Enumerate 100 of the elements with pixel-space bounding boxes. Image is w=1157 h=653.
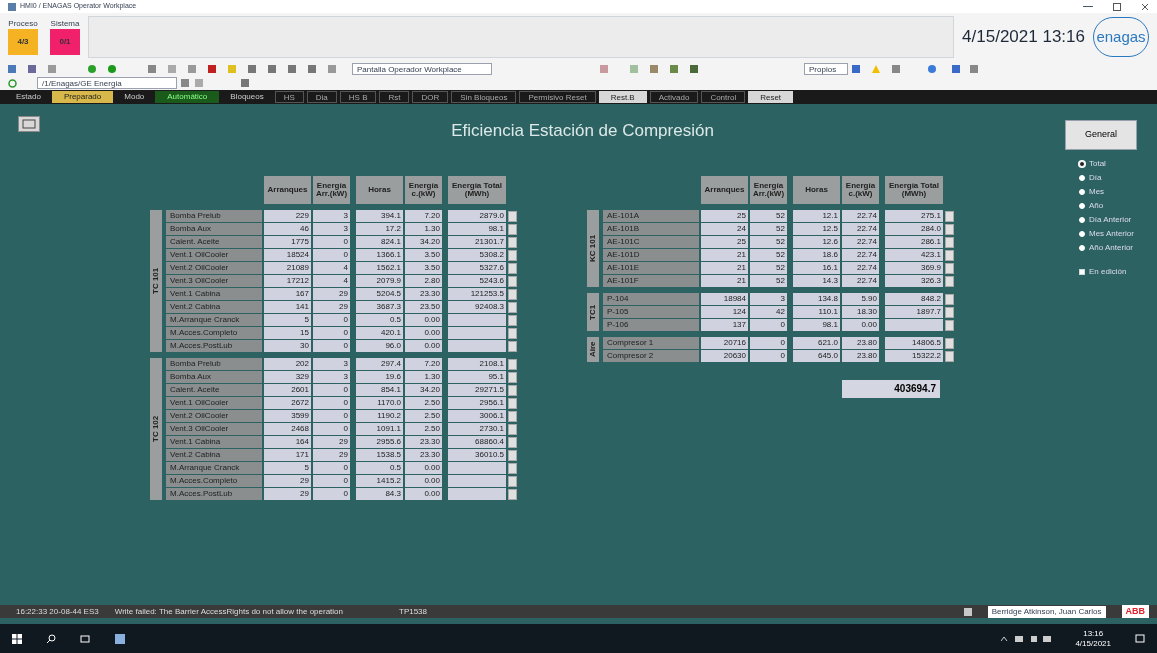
detail-button[interactable] <box>508 358 517 370</box>
value-cell: 854.1 <box>356 384 403 396</box>
value-cell: 0.00 <box>405 327 442 339</box>
nav-button[interactable]: Rest.B <box>598 91 647 103</box>
detail-button[interactable] <box>508 397 517 409</box>
app-window-icon[interactable] <box>114 632 126 645</box>
detail-button[interactable] <box>945 210 954 222</box>
detail-button[interactable] <box>508 436 517 448</box>
notification-icon[interactable] <box>1135 633 1145 644</box>
detail-button[interactable] <box>508 449 517 461</box>
alarm-label: Sistema <box>50 19 80 28</box>
radio-button[interactable] <box>1079 231 1085 237</box>
value-cell: 137 <box>701 319 748 331</box>
detail-button[interactable] <box>508 210 517 222</box>
row-label: Vent.2 OilCooler <box>166 410 262 422</box>
alarm-counter[interactable]: 4/3 <box>8 29 38 55</box>
row-label: M.Arranque Cranck <box>166 314 262 326</box>
detail-button[interactable] <box>508 262 517 274</box>
zoom-field[interactable]: Propios <box>804 62 848 75</box>
value-cell: 14.3 <box>793 275 840 287</box>
detail-button[interactable] <box>945 223 954 235</box>
radio-button[interactable] <box>1079 245 1085 251</box>
value-cell: 0 <box>313 488 350 500</box>
detail-button[interactable] <box>508 462 517 474</box>
value-cell: 22.74 <box>842 249 879 261</box>
detail-button[interactable] <box>508 475 517 487</box>
object-field[interactable]: Pantalla Operador Workplace <box>352 62 492 75</box>
detail-button[interactable] <box>508 327 517 339</box>
nav-label: Bloqueos <box>229 91 265 103</box>
value-cell: 29 <box>313 436 350 448</box>
detail-button[interactable] <box>945 249 954 261</box>
search-icon[interactable] <box>46 633 56 644</box>
detail-button[interactable] <box>945 275 954 287</box>
value-cell: 329 <box>264 371 311 383</box>
close-icon[interactable] <box>1141 2 1149 11</box>
value-cell: 19.6 <box>356 371 403 383</box>
radio-button[interactable] <box>1079 203 1085 209</box>
detail-button[interactable] <box>508 410 517 422</box>
detail-button[interactable] <box>508 275 517 287</box>
group-label: TC1 <box>587 293 599 331</box>
value-cell: 2.80 <box>405 275 442 287</box>
value-cell <box>448 340 506 352</box>
detail-button[interactable] <box>508 223 517 235</box>
value-cell: 18.6 <box>793 249 840 261</box>
detail-button[interactable] <box>508 301 517 313</box>
detail-button[interactable] <box>508 423 517 435</box>
detail-button[interactable] <box>508 288 517 300</box>
detail-button[interactable] <box>945 319 954 331</box>
maximize-icon[interactable] <box>1113 2 1121 11</box>
radio-button[interactable] <box>1079 175 1085 181</box>
user-name: Berridge Atkinson, Juan Carlos <box>987 605 1106 618</box>
value-cell: 1562.1 <box>356 262 403 274</box>
clock-date: 4/15/2021 <box>1075 638 1111 649</box>
detail-button[interactable] <box>508 384 517 396</box>
start-icon[interactable] <box>12 633 22 644</box>
refresh-icon[interactable] <box>8 78 17 88</box>
column-header: Energía Total (MWh) <box>448 176 506 204</box>
status-cell: HS B <box>339 91 377 103</box>
detail-button[interactable] <box>945 293 954 305</box>
value-cell: 2468 <box>264 423 311 435</box>
value-cell: 229 <box>264 210 311 222</box>
detail-button[interactable] <box>945 350 954 362</box>
checkbox-label: En edición <box>1089 266 1127 278</box>
value-cell <box>448 462 506 474</box>
edit-checkbox[interactable] <box>1079 269 1085 275</box>
value-cell: 1366.1 <box>356 249 403 261</box>
detail-button[interactable] <box>945 337 954 349</box>
detail-button[interactable] <box>508 236 517 248</box>
value-cell: 25 <box>701 210 748 222</box>
task-view-icon[interactable] <box>80 633 90 644</box>
value-cell: 394.1 <box>356 210 403 222</box>
value-cell: 96.0 <box>356 340 403 352</box>
detail-button[interactable] <box>508 314 517 326</box>
group-label: TC 101 <box>150 210 162 352</box>
value-cell: 0 <box>313 423 350 435</box>
column-header: Arranques <box>264 176 311 204</box>
detail-button[interactable] <box>945 236 954 248</box>
general-button[interactable]: General <box>1065 120 1137 150</box>
nav-button[interactable]: Reset <box>748 91 794 103</box>
value-cell: 7.20 <box>405 210 442 222</box>
value-cell: 3006.1 <box>448 410 506 422</box>
value-cell: 29 <box>264 488 311 500</box>
detail-button[interactable] <box>945 262 954 274</box>
value-cell: 5243.6 <box>448 275 506 287</box>
tray-icons-drawing[interactable] <box>1001 633 1052 644</box>
radio-button[interactable] <box>1079 189 1085 195</box>
value-cell: 5.90 <box>842 293 879 305</box>
radio-button[interactable] <box>1079 161 1085 167</box>
value-cell: 18.30 <box>842 306 879 318</box>
value-cell: 171 <box>264 449 311 461</box>
value-cell: 141 <box>264 301 311 313</box>
path-field[interactable]: /1/Enagas/GE Energia <box>37 77 177 89</box>
radio-button[interactable] <box>1079 217 1085 223</box>
detail-button[interactable] <box>508 249 517 261</box>
detail-button[interactable] <box>945 306 954 318</box>
detail-button[interactable] <box>508 340 517 352</box>
value-cell: 3.50 <box>405 249 442 261</box>
detail-button[interactable] <box>508 488 517 500</box>
value-cell: 84.3 <box>356 488 403 500</box>
detail-button[interactable] <box>508 371 517 383</box>
